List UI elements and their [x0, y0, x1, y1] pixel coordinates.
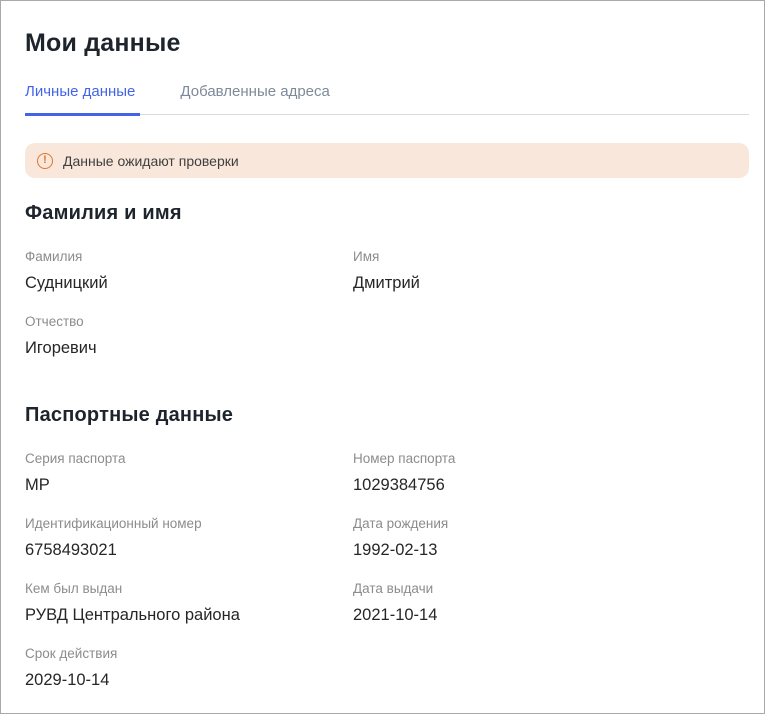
- field-value: РУВД Центрального района: [25, 604, 353, 626]
- field-label: Срок действия: [25, 646, 353, 662]
- my-data-page: Мои данные Личные данные Добавленные адр…: [0, 0, 765, 714]
- field-label: Идентификационный номер: [25, 516, 353, 532]
- field-value: Дмитрий: [353, 272, 749, 294]
- tab-added-addresses[interactable]: Добавленные адреса: [180, 84, 329, 114]
- pending-verification-banner: ! Данные ожидают проверки: [25, 143, 749, 178]
- field-issued-by: Кем был выдан РУВД Центрального района: [25, 581, 353, 626]
- field-issue-date: Дата выдачи 2021-10-14: [353, 581, 749, 626]
- tab-bar: Личные данные Добавленные адреса: [25, 84, 749, 115]
- field-label: Кем был выдан: [25, 581, 353, 597]
- field-label: Фамилия: [25, 249, 353, 265]
- field-label: Дата выдачи: [353, 581, 749, 597]
- field-label: Номер паспорта: [353, 451, 749, 467]
- section-title-passport: Паспортные данные: [25, 403, 749, 427]
- field-label: Отчество: [25, 314, 353, 330]
- field-value: 2021-10-14: [353, 604, 749, 626]
- banner-text: Данные ожидают проверки: [63, 153, 239, 169]
- field-identification-number: Идентификационный номер 6758493021: [25, 516, 353, 561]
- field-last-name: Фамилия Судницкий: [25, 249, 353, 294]
- field-value: 1992-02-13: [353, 539, 749, 561]
- field-label: Дата рождения: [353, 516, 749, 532]
- field-expiry-date: Срок действия 2029-10-14: [25, 646, 353, 691]
- section-title-name: Фамилия и имя: [25, 201, 749, 225]
- field-label: Серия паспорта: [25, 451, 353, 467]
- field-label: Имя: [353, 249, 749, 265]
- field-middle-name: Отчество Игоревич: [25, 314, 353, 359]
- field-value: МР: [25, 474, 353, 496]
- field-value: 2029-10-14: [25, 669, 353, 691]
- field-value: 6758493021: [25, 539, 353, 561]
- passport-fields-grid: Серия паспорта МР Номер паспорта 1029384…: [25, 451, 749, 691]
- field-value: Судницкий: [25, 272, 353, 294]
- field-empty: [353, 314, 749, 359]
- field-value: 1029384756: [353, 474, 749, 496]
- name-fields-grid: Фамилия Судницкий Имя Дмитрий Отчество И…: [25, 249, 749, 359]
- field-birth-date: Дата рождения 1992-02-13: [353, 516, 749, 561]
- page-title: Мои данные: [25, 28, 749, 58]
- field-empty: [353, 646, 749, 691]
- field-first-name: Имя Дмитрий: [353, 249, 749, 294]
- warning-circle-icon: !: [37, 153, 53, 169]
- field-value: Игоревич: [25, 337, 353, 359]
- tab-personal-data[interactable]: Личные данные: [25, 84, 140, 116]
- field-passport-series: Серия паспорта МР: [25, 451, 353, 496]
- field-passport-number: Номер паспорта 1029384756: [353, 451, 749, 496]
